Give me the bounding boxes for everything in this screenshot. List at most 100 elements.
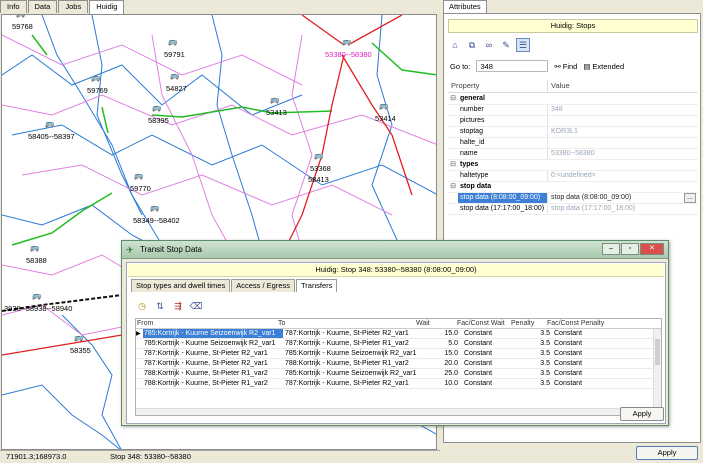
stop-marker[interactable]: 🚌 53414 xyxy=(375,101,396,123)
table-cell[interactable]: 25.0 xyxy=(419,369,460,378)
table-cell[interactable]: 15.0 xyxy=(419,329,460,338)
scroll-thumb[interactable] xyxy=(655,339,660,365)
property-value[interactable]: stop data (8:08:00_09:00)... xyxy=(548,193,698,203)
stop-marker[interactable]: 🚌 58349--58402 xyxy=(133,203,180,225)
collapse-icon[interactable]: ⊟ xyxy=(448,94,458,104)
tab-data[interactable]: Data xyxy=(27,0,58,13)
table-cell[interactable]: 3.5 xyxy=(516,359,552,368)
maximize-icon[interactable]: ▫ xyxy=(621,243,639,255)
property-row[interactable]: stop data (17:17:00_18:00) stop data (17:… xyxy=(448,204,698,215)
table-cell[interactable]: Constant xyxy=(460,339,516,348)
table-cell[interactable]: 787:Kortrijk - Kuurne, St-Pieter R2_var1 xyxy=(283,329,419,338)
property-value[interactable]: stop data (17:17:00_18:00) xyxy=(548,204,698,214)
stop-marker-selected[interactable]: 🚌 53380--58380 xyxy=(325,37,372,59)
tab-huidig[interactable]: Huidig xyxy=(89,0,125,14)
table-cell[interactable]: 5.0 xyxy=(419,339,460,348)
stop-marker[interactable]: 🚌 54827 xyxy=(166,71,187,93)
binoculars-icon[interactable]: ∞ xyxy=(482,38,496,52)
table-row[interactable]: 788:Kortrijk - Kuurne, St-Pieter R1_var2… xyxy=(136,369,661,379)
stop-marker[interactable]: 🚌 3938--58938--58940 xyxy=(4,291,72,313)
col-fac-const-penalty[interactable]: Fac/Const Penalty xyxy=(545,319,635,328)
stop-marker[interactable]: 🚌 59791 xyxy=(164,37,185,59)
table-cell[interactable]: 3.5 xyxy=(516,339,552,348)
table-cell[interactable]: 10.0 xyxy=(419,379,460,388)
table-cell[interactable]: Constant xyxy=(460,369,516,378)
property-value[interactable]: 0:<undefined> xyxy=(548,171,698,181)
col-fac-const-wait[interactable]: Fac/Const Wait xyxy=(453,319,509,328)
edit-icon[interactable]: ✎ xyxy=(499,38,513,52)
property-value[interactable] xyxy=(548,138,698,148)
apply-button[interactable]: Apply xyxy=(636,446,698,460)
stop-marker[interactable]: 🚌59768 xyxy=(12,15,33,31)
clock-icon[interactable]: ◷ xyxy=(135,299,149,313)
home-icon[interactable]: ⌂ xyxy=(448,38,462,52)
property-category[interactable]: ⊟ types xyxy=(448,160,698,171)
tab-attributes[interactable]: Attributes xyxy=(443,0,487,13)
find-button[interactable]: ⚯ Find xyxy=(554,62,577,71)
dialog-apply-button[interactable]: Apply xyxy=(620,407,664,421)
close-icon[interactable]: ✕ xyxy=(640,243,664,255)
stop-marker[interactable]: 58413 xyxy=(308,175,329,184)
tab-info[interactable]: Info xyxy=(0,0,27,13)
stop-marker[interactable]: 🚌 58395 xyxy=(148,103,169,125)
collapse-icon[interactable]: ⊟ xyxy=(448,160,458,170)
stop-marker[interactable]: 🚌 58405--58397 xyxy=(28,119,75,141)
tab-access-egress[interactable]: Access / Egress xyxy=(231,279,295,292)
table-cell[interactable]: 788:Kortrijk - Kuurne, St-Pieter R1_var2 xyxy=(143,369,283,378)
table-cell[interactable]: 3.5 xyxy=(516,349,552,358)
property-row[interactable]: number 348 xyxy=(448,105,698,116)
table-cell[interactable]: Constant xyxy=(552,379,642,388)
table-cell[interactable]: 785:Kortrijk - Kuurne Seizoenwijk R2_var… xyxy=(283,369,419,378)
table-row[interactable]: 787:Kortrijk - Kuurne, St-Pieter R2_var1… xyxy=(136,349,661,359)
property-row[interactable]: pictures xyxy=(448,116,698,127)
property-value[interactable]: 348 xyxy=(548,105,698,115)
table-cell[interactable]: Constant xyxy=(460,349,516,358)
eraser-icon[interactable]: ⌫ xyxy=(189,299,203,313)
table-row[interactable]: 785:Kortrijk - Kuurne Seizoenwijk R2_var… xyxy=(136,339,661,349)
layers-icon[interactable]: ⧉ xyxy=(465,38,479,52)
property-row[interactable]: haltetype 0:<undefined> xyxy=(448,171,698,182)
table-cell[interactable]: Constant xyxy=(552,369,642,378)
table-cell[interactable]: Constant xyxy=(552,359,642,368)
table-cell[interactable]: 787:Kortrijk - Kuurne, St-Pieter R2_var1 xyxy=(283,379,419,388)
ellipsis-button[interactable]: ... xyxy=(684,193,696,203)
property-row[interactable]: stop data (8:08:00_09:00) stop data (8:08… xyxy=(448,193,698,204)
table-row[interactable]: 788:Kortrijk - Kuurne, St-Pieter R1_var2… xyxy=(136,379,661,389)
table-cell[interactable]: Constant xyxy=(460,379,516,388)
table-cell[interactable]: Constant xyxy=(460,329,516,338)
table-cell[interactable]: 15.0 xyxy=(419,349,460,358)
vertical-scrollbar[interactable] xyxy=(653,329,661,409)
col-from[interactable]: From xyxy=(136,319,276,328)
table-row[interactable]: ▶ 785:Kortrijk - Kuurne Seizoenwijk R2_va… xyxy=(136,329,661,339)
table-cell[interactable]: 788:Kortrijk - Kuurne, St-Pieter R1_var2 xyxy=(143,379,283,388)
extended-button[interactable]: ▤ Extended xyxy=(583,62,624,71)
table-cell[interactable]: Constant xyxy=(552,339,642,348)
property-row[interactable]: name 53380--58380 xyxy=(448,149,698,160)
tab-transfers[interactable]: Transfers xyxy=(296,279,338,292)
split-icon[interactable]: ⇅ xyxy=(153,299,167,313)
table-cell[interactable]: 787:Kortrijk - Kuurne, St-Pieter R1_var2 xyxy=(283,339,419,348)
col-to[interactable]: To xyxy=(276,319,412,328)
table-cell[interactable]: Constant xyxy=(460,359,516,368)
collapse-icon[interactable]: ⊟ xyxy=(448,182,458,192)
stop-marker[interactable]: 🚌 53368 xyxy=(310,151,331,173)
col-wait[interactable]: Wait xyxy=(412,319,453,328)
property-value[interactable]: KOR3L1 xyxy=(548,127,698,137)
stop-marker[interactable]: 🚌 53413 xyxy=(266,95,287,117)
property-row[interactable]: halte_id xyxy=(448,138,698,149)
horizontal-scrollbar[interactable] xyxy=(136,408,655,415)
table-cell[interactable]: 787:Kortrijk - Kuurne, St-Pieter R2_var1 xyxy=(143,359,283,368)
table-cell[interactable]: 785:Kortrijk - Kuurne Seizoenwijk R2_var… xyxy=(143,339,283,348)
property-row[interactable]: stoptag KOR3L1 xyxy=(448,127,698,138)
stop-marker[interactable]: 🚌 59769 xyxy=(87,73,108,95)
tab-stop-types[interactable]: Stop types and dwell times xyxy=(131,279,231,292)
stop-marker[interactable]: 🚌 58355 xyxy=(70,333,91,355)
property-category[interactable]: ⊟ stop data xyxy=(448,182,698,193)
table-cell[interactable]: Constant xyxy=(552,349,642,358)
goto-input[interactable] xyxy=(476,60,549,72)
table-cell[interactable]: 3.5 xyxy=(516,379,552,388)
table-cell[interactable]: 785:Kortrijk - Kuurne Seizoenwijk R2_var… xyxy=(143,329,283,338)
tab-jobs[interactable]: Jobs xyxy=(58,0,89,13)
stop-marker[interactable]: 🚌 59770 xyxy=(130,171,151,193)
table-cell[interactable]: 3.5 xyxy=(516,369,552,378)
